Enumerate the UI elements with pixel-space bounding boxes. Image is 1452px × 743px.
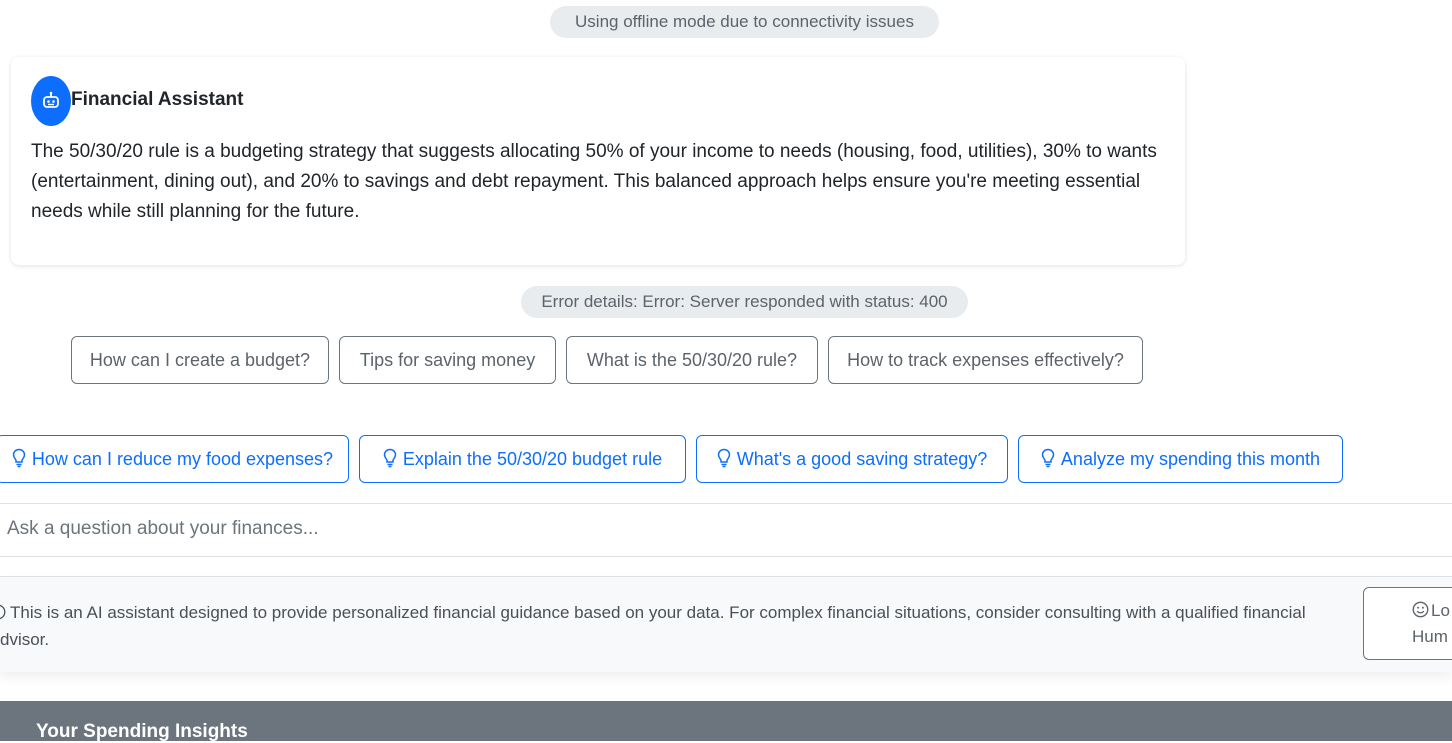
lightbulb-icon: [717, 448, 730, 468]
suggestion-label: What's a good saving strategy?: [736, 449, 988, 469]
assistant-message-card: Financial Assistant The 50/30/20 rule is…: [11, 57, 1185, 265]
suggestion-label: How can I reduce my food expenses?: [31, 449, 334, 469]
quick-question-track-expenses[interactable]: How to track expenses effectively?: [828, 336, 1143, 384]
disclaimer-footer: This is an AI assistant designed to prov…: [0, 576, 1452, 672]
error-details-badge: Error details: Error: Server responded w…: [521, 286, 968, 318]
quick-question-503020-rule[interactable]: What is the 50/30/20 rule?: [566, 336, 818, 384]
human-button-line2: Hum: [1412, 627, 1448, 646]
spending-insights-header: Your Spending Insights: [0, 701, 1452, 742]
suggestion-label: Explain the 50/30/20 budget rule: [402, 449, 663, 469]
human-button-line1: Lo: [1431, 601, 1450, 620]
lightbulb-icon: [12, 448, 26, 468]
chat-input[interactable]: [0, 504, 1447, 554]
disclaimer-line1: This is an AI assistant designed to prov…: [10, 603, 1306, 622]
lightbulb-icon: [383, 448, 397, 468]
smiley-icon: [1412, 601, 1429, 618]
disclaimer-text: This is an AI assistant designed to prov…: [0, 599, 1345, 653]
spending-insights-title: Your Spending Insights: [36, 721, 248, 742]
suggestion-saving-strategy[interactable]: What's a good saving strategy?: [696, 435, 1008, 483]
disclaimer-line2: dvisor.: [0, 630, 50, 649]
robot-icon: [43, 91, 59, 108]
assistant-name: Financial Assistant: [71, 89, 244, 110]
lightbulb-icon: [1041, 448, 1055, 468]
suggestion-analyze-spending[interactable]: Analyze my spending this month: [1018, 435, 1343, 483]
assistant-message-text: The 50/30/20 rule is a budgeting strateg…: [31, 141, 1157, 222]
quick-question-saving-tips[interactable]: Tips for saving money: [339, 336, 556, 384]
assistant-avatar: [31, 76, 71, 126]
quick-question-create-budget[interactable]: How can I create a budget?: [71, 336, 329, 384]
info-circle-icon: [0, 604, 6, 620]
suggestion-explain-budget-rule[interactable]: Explain the 50/30/20 budget rule: [359, 435, 686, 483]
offline-status-badge: Using offline mode due to connectivity i…: [550, 6, 939, 38]
talk-to-human-button[interactable]: Lo Hum: [1363, 587, 1452, 660]
chat-input-row: [0, 503, 1452, 557]
suggestion-label: Analyze my spending this month: [1060, 449, 1321, 469]
suggestion-reduce-food-expenses[interactable]: How can I reduce my food expenses?: [0, 435, 349, 483]
